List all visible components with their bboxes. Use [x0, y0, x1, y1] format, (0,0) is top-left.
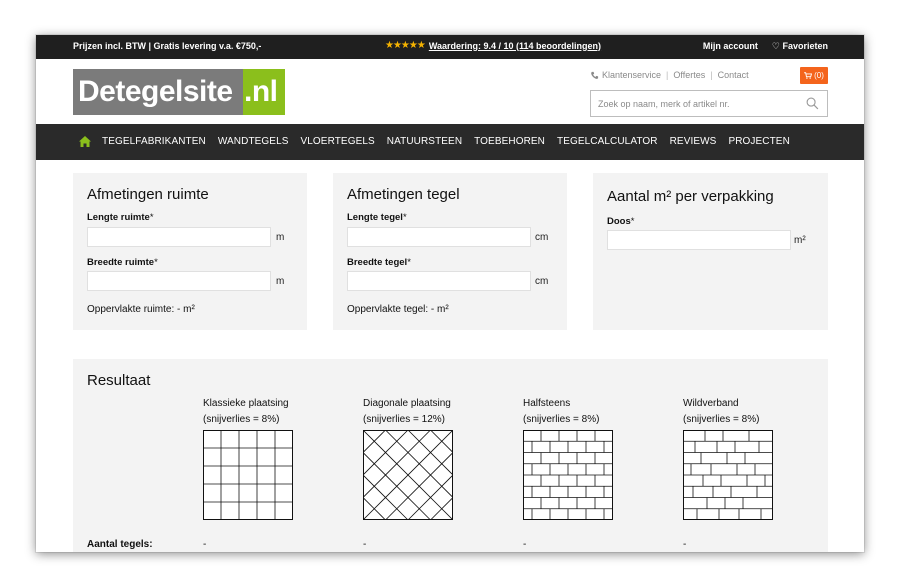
box-unit: m² [794, 235, 806, 246]
heart-icon: ♡ [771, 41, 783, 51]
phone-icon [591, 71, 599, 79]
price-info-text: Prijzen incl. BTW | Gratis levering v.a.… [73, 41, 262, 51]
my-account-link[interactable]: Mijn account [703, 41, 758, 52]
pattern-name: Klassieke plaatsing [203, 398, 289, 409]
room-panel-title: Afmetingen ruimte [87, 186, 209, 203]
halfsteens-count-value: - [523, 539, 527, 550]
top-links: Mijn account ♡ Favorieten [703, 41, 828, 52]
customer-service-link[interactable]: Klantenservice [602, 70, 661, 80]
classic-pattern-icon [203, 430, 293, 520]
tile-dimensions-panel: Afmetingen tegel Lengte tegel* cm Breedt… [333, 173, 567, 330]
pattern-name: Halfsteens [523, 398, 571, 409]
nav-item-tegelfabrikanten[interactable]: TEGELFABRIKANTEN [102, 136, 206, 147]
box-input[interactable] [607, 230, 791, 250]
rating-block[interactable]: ★★★★★ Waardering: 9.4 / 10 (114 beoordel… [385, 40, 601, 51]
classic-count-value: - [203, 539, 207, 550]
tile-panel-title: Afmetingen tegel [347, 186, 460, 203]
tile-area-text: Oppervlakte tegel: - m² [347, 304, 449, 315]
room-width-label: Breedte ruimte* [87, 257, 158, 268]
pattern-loss: (snijverlies = 8%) [683, 414, 760, 425]
nav-item-natuursteen[interactable]: NATUURSTEEN [387, 136, 462, 147]
nav-items: TEGELFABRIKANTEN WANDTEGELS VLOERTEGELS … [102, 136, 790, 147]
cart-button[interactable]: (0) [800, 67, 828, 84]
room-width-input[interactable] [87, 271, 271, 291]
wildverband-pattern-icon [683, 430, 773, 520]
tile-count-label: Aantal tegels: [87, 539, 153, 550]
pattern-halfsteens-label: Halfsteens (snijverlies = 8%) [523, 396, 633, 428]
pattern-classic-label: Klassieke plaatsing (snijverlies = 8%) [203, 396, 313, 428]
package-panel: Aantal m² per verpakking Doos* m² [593, 173, 828, 330]
search-icon[interactable] [806, 97, 819, 110]
rating-stars-icon: ★★★★★ [385, 40, 426, 51]
room-width-unit: m [276, 276, 285, 287]
tile-width-input[interactable] [347, 271, 531, 291]
nav-item-projecten[interactable]: PROJECTEN [728, 136, 789, 147]
home-icon[interactable] [79, 136, 91, 147]
pattern-name: Wildverband [683, 398, 739, 409]
room-area-text: Oppervlakte ruimte: - m² [87, 304, 195, 315]
nav-item-wandtegels[interactable]: WANDTEGELS [218, 136, 289, 147]
box-label: Doos* [607, 216, 635, 227]
separator: | [710, 70, 713, 80]
favorites-link[interactable]: ♡ Favorieten [772, 41, 828, 52]
diagonal-count-value: - [363, 539, 367, 550]
halfsteens-pattern-icon [523, 430, 613, 520]
cart-icon [804, 72, 813, 79]
search-box [590, 90, 828, 117]
pattern-loss: (snijverlies = 8%) [523, 414, 600, 425]
tile-length-label: Lengte tegel* [347, 212, 407, 223]
pattern-loss: (snijverlies = 8%) [203, 414, 280, 425]
top-info-bar: Prijzen incl. BTW | Gratis levering v.a.… [36, 35, 864, 59]
pattern-diagonal-label: Diagonale plaatsing (snijverlies = 12%) [363, 396, 473, 428]
nav-item-vloertegels[interactable]: VLOERTEGELS [301, 136, 375, 147]
rating-link[interactable]: Waardering: 9.4 / 10 (114 beoordelingen) [429, 41, 601, 51]
room-length-input[interactable] [87, 227, 271, 247]
result-title: Resultaat [87, 372, 151, 389]
diagonal-pattern-icon [363, 430, 453, 520]
wildverband-count-value: - [683, 539, 687, 550]
tile-length-input[interactable] [347, 227, 531, 247]
site-logo[interactable]: Detegelsite .nl [73, 69, 285, 115]
room-dimensions-panel: Afmetingen ruimte Lengte ruimte* m Breed… [73, 173, 307, 330]
logo-tld-text: .nl [243, 69, 285, 115]
cart-count: (0) [814, 71, 824, 80]
result-panel: Resultaat Klassieke plaatsing (snijverli… [73, 359, 828, 552]
room-length-label: Lengte ruimte* [87, 212, 154, 223]
nav-item-reviews[interactable]: REVIEWS [670, 136, 717, 147]
tile-width-unit: cm [535, 276, 549, 287]
main-navigation: TEGELFABRIKANTEN WANDTEGELS VLOERTEGELS … [36, 124, 864, 160]
separator: | [666, 70, 669, 80]
tile-width-label: Breedte tegel* [347, 257, 411, 268]
favorites-label: Favorieten [782, 41, 828, 51]
pattern-loss: (snijverlies = 12%) [363, 414, 445, 425]
search-input[interactable] [591, 91, 791, 116]
contact-link[interactable]: Contact [718, 70, 749, 80]
nav-item-tegelcalculator[interactable]: TEGELCALCULATOR [557, 136, 658, 147]
pattern-name: Diagonale plaatsing [363, 398, 451, 409]
nav-item-toebehoren[interactable]: TOEBEHOREN [474, 136, 545, 147]
tile-length-unit: cm [535, 232, 549, 243]
quotes-link[interactable]: Offertes [673, 70, 705, 80]
logo-main-text: Detegelsite [73, 69, 243, 115]
room-length-unit: m [276, 232, 285, 243]
browser-window: Prijzen incl. BTW | Gratis levering v.a.… [36, 35, 864, 552]
pattern-wildverband-label: Wildverband (snijverlies = 8%) [683, 396, 793, 428]
service-links: Klantenservice | Offertes | Contact [590, 70, 749, 80]
package-panel-title: Aantal m² per verpakking [607, 188, 774, 205]
